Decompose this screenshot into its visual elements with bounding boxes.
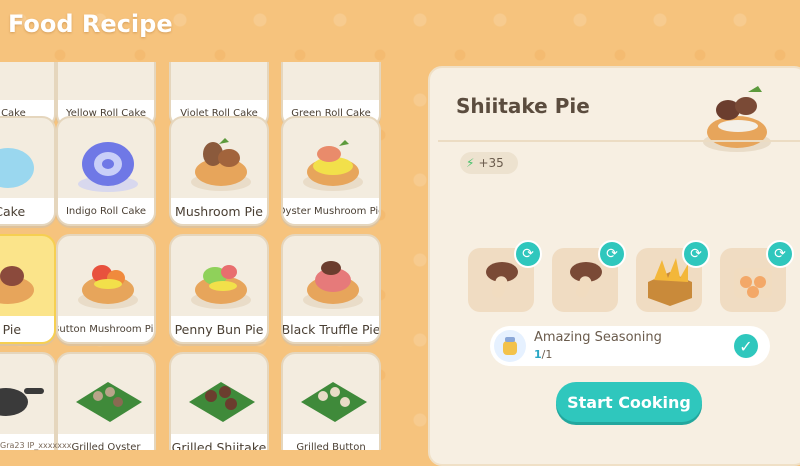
swap-icon[interactable]: ⟳ [514,240,542,268]
swap-icon[interactable]: ⟳ [598,240,626,268]
watermark-text: Gra23 IP_xxxxxxx [0,441,72,450]
recipe-card[interactable]: Button Mushroom Pie [56,234,156,344]
page-title: Food Recipe [8,10,173,38]
energy-value: +35 [478,156,504,170]
seasoning-count: 1/1 [534,348,552,361]
recipe-card[interactable]: Penny Bun Pie [169,234,269,344]
roll-cake-icon [78,142,138,192]
start-cooking-button[interactable]: Start Cooking [556,382,702,422]
ingredient-slot[interactable]: ⟳ [636,240,710,312]
recipe-card[interactable]: l Cake [0,116,56,226]
recipe-card[interactable]: Grilled Shiitake [169,352,269,450]
recipe-label: Penny Bun Pie [171,316,267,342]
recipe-label: Mushroom Pie [171,198,267,224]
ingredient-slot[interactable]: ⟳ [552,240,626,312]
recipe-card[interactable] [0,352,56,450]
recipe-label: e Pie [0,316,54,342]
recipe-card[interactable]: Black Truffle Pie [281,234,381,344]
recipe-label: Grilled Shiitake [171,434,267,450]
recipe-label: Grilled Button [283,434,379,450]
ingredient-slot[interactable]: ⟳ [468,240,542,312]
recipe-label: Grilled Oyster [58,434,154,450]
seasoning-row[interactable]: Amazing Seasoning 1/1 ✓ [490,326,770,366]
recipe-label: Oyster Mushroom Pie [283,198,379,224]
seasoning-jar-icon [494,330,526,362]
seasoning-total: /1 [541,348,553,361]
recipe-grid[interactable]: oll Cake Yellow Roll Cake Violet Roll Ca… [0,62,390,450]
seasoning-current: 1 [534,348,542,361]
lightning-icon: ⚡ [466,156,475,170]
pie-icon [303,261,363,309]
seasoning-name: Amazing Seasoning [534,330,662,345]
recipe-card[interactable]: Indigo Roll Cake [56,116,156,226]
pie-icon [303,140,363,191]
recipe-label: Indigo Roll Cake [58,198,154,224]
grilled-skewer-icon [189,382,255,422]
recipe-label: Black Truffle Pie [283,316,379,342]
grilled-skewer-icon [301,382,367,422]
roll-cake-icon [0,148,34,188]
recipe-card[interactable]: Grilled Button [281,352,381,450]
pie-icon [0,266,34,304]
recipe-card[interactable]: Mushroom Pie [169,116,269,226]
title-separator [438,140,800,142]
recipe-detail-panel: Shiitake Pie ⚡ +35 ⟳ ⟳ ⟳ ⟳ Amazing Seaso… [428,66,800,466]
recipe-label: Button Mushroom Pie [58,316,154,342]
energy-badge: ⚡ +35 [460,152,518,174]
pie-icon [191,265,251,309]
pan-icon [0,388,44,416]
pie-icon [78,265,138,309]
grilled-skewer-icon [76,382,142,422]
check-icon[interactable]: ✓ [734,334,758,358]
recipe-detail-title: Shiitake Pie [456,94,590,118]
shiitake-pie-icon [703,86,771,152]
recipe-label: l Cake [0,198,54,224]
ingredient-slot[interactable]: ⟳ [720,240,794,312]
pie-icon [191,138,251,191]
swap-icon[interactable]: ⟳ [766,240,794,268]
recipe-card[interactable]: Grilled Oyster [56,352,156,450]
swap-icon[interactable]: ⟳ [682,240,710,268]
recipe-card[interactable]: Oyster Mushroom Pie [281,116,381,226]
recipe-card-selected[interactable]: e Pie [0,234,56,344]
